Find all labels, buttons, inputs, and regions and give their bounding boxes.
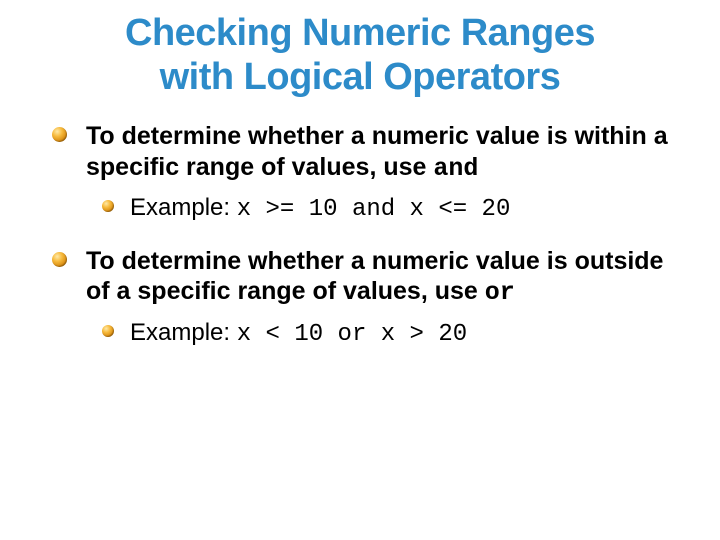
title-line-1: Checking Numeric Ranges [125,12,595,54]
example-label: Example: [130,194,237,221]
sub-list-item: Example: x >= 10 and x <= 20 [126,192,672,225]
example-label: Example: [130,319,237,346]
bullet-text: To determine whether a numeric value is … [86,247,663,306]
example-code: x >= 10 and x <= 20 [237,196,511,223]
title-line-2: with Logical Operators [160,56,561,98]
list-item: To determine whether a numeric value is … [78,121,672,225]
slide: Checking Numeric Ranges with Logical Ope… [0,0,720,540]
example-code: x < 10 or x > 20 [237,321,467,348]
bullet-code-keyword: or [485,278,515,307]
bullet-list: To determine whether a numeric value is … [48,121,672,349]
bullet-code-keyword: and [433,154,478,183]
sub-list-item: Example: x < 10 or x > 20 [126,317,672,350]
bullet-text: To determine whether a numeric value is … [86,122,668,181]
list-item: To determine whether a numeric value is … [78,246,672,350]
slide-title: Checking Numeric Ranges with Logical Ope… [48,12,672,99]
sub-list: Example: x < 10 or x > 20 [86,317,672,350]
sub-list: Example: x >= 10 and x <= 20 [86,192,672,225]
